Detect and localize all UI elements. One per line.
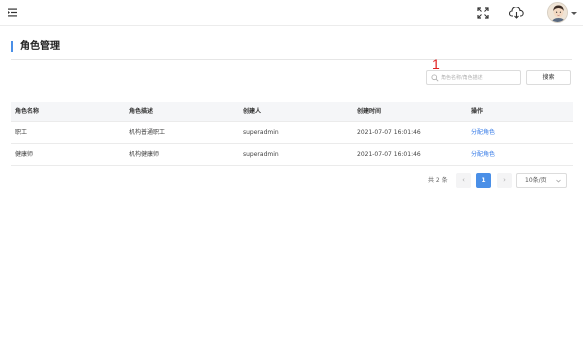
role-name-cell: 职工 (15, 129, 28, 136)
assign-role-link[interactable]: 分配角色 (471, 122, 495, 143)
column-header-creator: 创建人 (243, 108, 262, 115)
column-header-role-name: 角色名称 (15, 108, 40, 115)
avatar-illustration (548, 3, 567, 22)
page-title: 角色管理 (20, 41, 60, 52)
previous-page-button[interactable]: ‹ (456, 173, 471, 188)
cloud-download-icon[interactable] (509, 7, 524, 19)
search-field[interactable] (426, 70, 521, 85)
role-description-cell: 机构健康师 (129, 151, 160, 158)
chevron-down-icon (556, 179, 561, 183)
page-number-button[interactable]: 1 (476, 173, 491, 188)
page-size-value: 10条/页 (525, 177, 547, 184)
pagination: 共 2 条 ‹ 1 › 10条/页 (0, 173, 583, 188)
table-row: 职工 机构普通职工 superadmin 2021-07-07 16:01:46… (11, 122, 573, 144)
assign-role-link[interactable]: 分配角色 (471, 144, 495, 165)
role-name-cell: 健康师 (15, 151, 34, 158)
creator-cell: superadmin (243, 129, 279, 136)
column-header-actions: 操作 (471, 108, 484, 115)
search-icon (431, 74, 439, 82)
top-navigation-bar (0, 0, 583, 26)
next-page-button[interactable]: › (497, 173, 512, 188)
role-description-cell: 机构普通职工 (129, 129, 166, 136)
table-header: 角色名称 角色描述 创建人 创建时间 操作 (11, 102, 573, 122)
roles-table: 角色名称 角色描述 创建人 创建时间 操作 职工 机构普通职工 superadm… (11, 102, 573, 166)
title-divider (11, 59, 572, 60)
created-at-cell: 2021-07-07 16:01:46 (357, 129, 421, 136)
annotation-marker-1: 1 (432, 56, 440, 72)
page-size-select[interactable]: 10条/页 (516, 173, 567, 188)
fullscreen-icon[interactable] (477, 7, 489, 19)
chevron-down-icon[interactable] (571, 12, 577, 15)
creator-cell: superadmin (243, 151, 279, 158)
avatar[interactable] (547, 2, 568, 23)
menu-toggle-icon[interactable] (8, 8, 17, 17)
column-header-created-at: 创建时间 (357, 108, 382, 115)
table-row: 健康师 机构健康师 superadmin 2021-07-07 16:01:46… (11, 144, 573, 166)
created-at-cell: 2021-07-07 16:01:46 (357, 151, 421, 158)
search-input[interactable] (441, 72, 519, 83)
search-button[interactable]: 搜索 (526, 70, 571, 85)
pagination-total: 共 2 条 (428, 177, 448, 184)
title-accent-bar (11, 41, 13, 52)
column-header-role-description: 角色描述 (129, 108, 154, 115)
